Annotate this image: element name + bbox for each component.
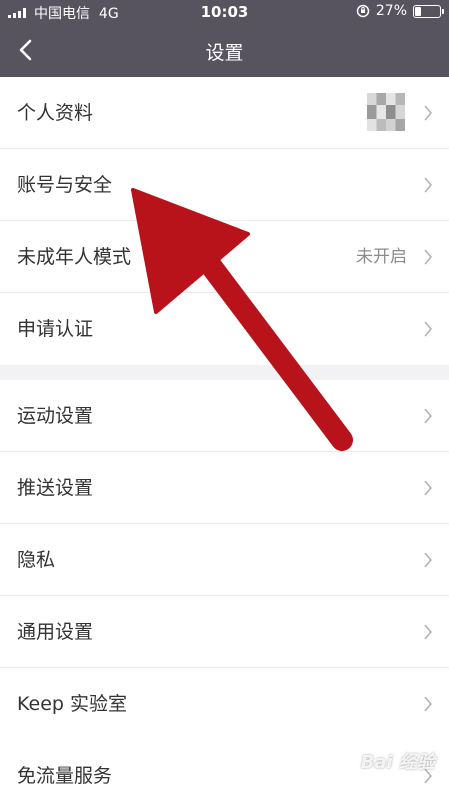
settings-item-lab[interactable]: Keep 实验室: [0, 668, 449, 740]
orientation-lock-icon: [356, 4, 370, 18]
chevron-right-icon: [424, 624, 433, 640]
settings-item-label: 隐私: [17, 549, 56, 571]
settings-item-label: 运动设置: [17, 405, 94, 427]
chevron-right-icon: [424, 552, 433, 568]
chevron-right-icon: [424, 249, 433, 265]
settings-item-label: Keep 实验室: [17, 693, 127, 715]
settings-item-value: 未开启: [356, 247, 407, 267]
chevron-right-icon: [424, 408, 433, 424]
chevron-right-icon: [424, 696, 433, 712]
chevron-right-icon: [424, 177, 433, 193]
settings-item-account-security[interactable]: 账号与安全: [0, 149, 449, 221]
top-bar: 中国电信 4G 10:03 27% 设置: [0, 0, 449, 77]
chevron-right-icon: [424, 480, 433, 496]
settings-item-minor-mode[interactable]: 未成年人模式 未开启: [0, 221, 449, 293]
chevron-right-icon: [424, 321, 433, 337]
settings-item-label: 个人资料: [17, 102, 94, 124]
settings-item-profile[interactable]: 个人资料: [0, 77, 449, 149]
battery-percent: 27%: [375, 3, 407, 19]
avatar: [367, 93, 405, 131]
settings-item-general[interactable]: 通用设置: [0, 596, 449, 668]
settings-item-certification[interactable]: 申请认证: [0, 293, 449, 365]
status-bar: 中国电信 4G 10:03 27%: [0, 0, 449, 24]
battery-fill: [415, 6, 421, 16]
battery-icon: [413, 4, 444, 18]
battery-nub: [442, 8, 444, 14]
chevron-right-icon: [424, 105, 433, 121]
settings-item-label: 免流量服务: [17, 765, 113, 787]
settings-item-label: 未成年人模式: [17, 246, 132, 268]
settings-section-general: 运动设置 推送设置 隐私 通用设置 Keep 实验室: [0, 380, 449, 740]
settings-item-label: 通用设置: [17, 621, 94, 643]
settings-item-label: 申请认证: [17, 318, 94, 340]
settings-item-sport[interactable]: 运动设置: [0, 380, 449, 452]
settings-item-label: 账号与安全: [17, 174, 113, 196]
watermark: Bai 经验: [360, 752, 435, 773]
settings-item-label: 推送设置: [17, 477, 94, 499]
page-title: 设置: [205, 42, 244, 64]
settings-item-push[interactable]: 推送设置: [0, 452, 449, 524]
status-right: 27%: [356, 3, 444, 19]
settings-item-privacy[interactable]: 隐私: [0, 524, 449, 596]
settings-section-account: 个人资料 账号与安全 未成年人模式 未开启 申请认证: [0, 77, 449, 365]
